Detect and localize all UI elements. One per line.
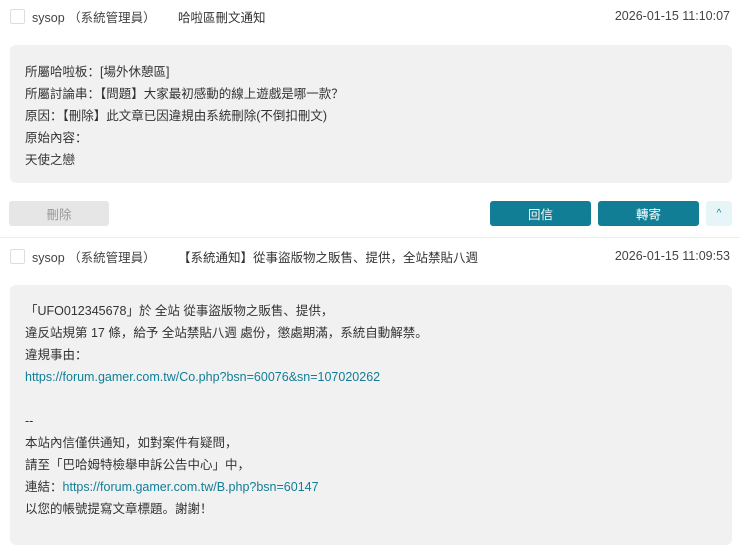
body-line: 請至「巴哈姆特檢舉申訴公告中心」中， (25, 458, 251, 472)
reply-button[interactable]: 回信 (490, 201, 591, 226)
message-body: 「UFO012345678」於 全站 從事盜版物之販售、提供， 違反站規第 17… (10, 285, 732, 545)
forward-button[interactable]: 轉寄 (598, 201, 699, 226)
message-header[interactable]: sysop （系統管理員） 【系統通知】從事盜版物之販售、提供，全站禁貼八週 2… (0, 246, 740, 266)
collapse-up-icon[interactable]: ^ (706, 201, 732, 226)
body-line: 所屬討論串：【問題】大家最初感動的線上遊戲是哪一款？ (25, 87, 344, 101)
link-label: 連結： (25, 480, 63, 494)
timestamp: 2026-01-15 11:09:53 (614, 249, 730, 263)
body-line: 以您的帳號提寫文章標題。謝謝！ (25, 502, 213, 516)
message-header[interactable]: sysop （系統管理員） 哈啦區刪文通知 2026-01-15 11:10:0… (0, 6, 740, 26)
message-body: 所屬哈啦板：[場外休憩區] 所屬討論串：【問題】大家最初感動的線上遊戲是哪一款？… (10, 45, 732, 183)
select-checkbox[interactable] (10, 8, 25, 24)
body-line: 天使之戀 (25, 153, 76, 167)
body-line: 違規事由： (25, 348, 88, 362)
subject[interactable]: 【系統通知】從事盜版物之販售、提供，全站禁貼八週 (178, 247, 478, 266)
violation-link[interactable]: https://forum.gamer.com.tw/Co.php?bsn=60… (25, 370, 380, 384)
sender: sysop （系統管理員） (32, 250, 156, 265)
appeal-link[interactable]: https://forum.gamer.com.tw/B.php?bsn=601… (63, 480, 319, 494)
subject[interactable]: 哈啦區刪文通知 (178, 7, 266, 26)
body-line: 「UFO012345678」於 全站 從事盜版物之販售、提供， (25, 304, 334, 318)
select-checkbox[interactable] (10, 248, 25, 264)
body-line: 原因：【刪除】此文章已因違規由系統刪除(不倒扣刪文) (25, 109, 328, 123)
timestamp: 2026-01-15 11:10:07 (614, 9, 730, 23)
sender: sysop （系統管理員） (32, 10, 156, 25)
body-line: 本站內信僅供通知，如對案件有疑問， (25, 436, 238, 450)
body-line: 原始內容： (25, 131, 88, 145)
body-line: 違反站規第 17 條，給予 全站禁貼八週 處份，懲處期滿，系統自動解禁。 (25, 326, 428, 340)
separator: -- (25, 414, 34, 428)
divider (0, 237, 740, 238)
delete-button[interactable]: 刪除 (9, 201, 109, 226)
body-line: 所屬哈啦板：[場外休憩區] (25, 65, 170, 79)
